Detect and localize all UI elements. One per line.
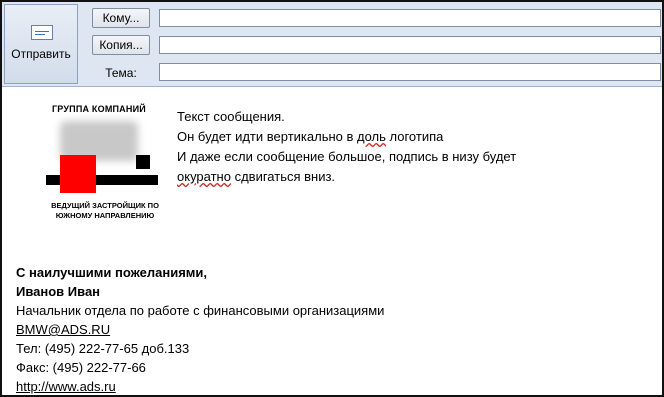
logo-red-square	[60, 155, 96, 193]
message-body[interactable]: ГРУППА КОМПАНИЙ ВЕДУЩИЙ ЗАСТРОЙЩИК ПО ЮЖ…	[2, 87, 662, 395]
send-button-label: Отправить	[11, 47, 71, 61]
misspelled-word: окуратно	[177, 169, 231, 184]
signature-email[interactable]: BMW@ADS.RU	[16, 320, 384, 339]
signature-phone: Тел: (495) 222-77-65 доб.133	[16, 341, 190, 356]
to-field[interactable]	[159, 9, 661, 27]
misspelled-word: доль	[357, 129, 386, 144]
company-logo: ГРУППА КОМПАНИЙ ВЕДУЩИЙ ЗАСТРОЙЩИК ПО ЮЖ…	[42, 101, 168, 227]
subject-label: Тема:	[105, 66, 137, 80]
signature-greeting: С наилучшими пожеланиями,	[16, 265, 208, 280]
signature-name: Иванов Иван	[16, 284, 101, 299]
compose-header: Отправить Кому... Копия... Тема:	[2, 2, 662, 87]
signature-website[interactable]: http://www.ads.ru	[16, 377, 384, 395]
signature: С наилучшими пожеланиями, Иванов Иван На…	[16, 263, 385, 395]
signature-title: Начальник отдела по работе с финансовыми…	[16, 303, 385, 318]
logo-text-bottom: ВЕДУЩИЙ ЗАСТРОЙЩИК ПО ЮЖНОМУ НАПРАВЛЕНИЮ	[51, 201, 159, 220]
cc-field[interactable]	[159, 36, 661, 54]
signature-fax: Факс: (495) 222-77-66	[16, 360, 146, 375]
message-text: Текст сообщения. Он будет идти вертикаль…	[177, 107, 516, 187]
message-line-4-part-b: сдвигаться вниз.	[230, 169, 336, 184]
message-line-1: Текст сообщения.	[177, 109, 285, 124]
email-compose-window: Отправить Кому... Копия... Тема: ГРУППА …	[0, 0, 664, 397]
message-line-2-part-a: Он будет идти вертикально в	[177, 129, 358, 144]
message-line-2-part-c: логотипа	[385, 129, 444, 144]
message-line-3: И даже если сообщение большое, подпись в…	[177, 149, 517, 164]
logo-black-square	[136, 155, 150, 169]
message-line-4: окуратно сдвигаться вниз.	[177, 167, 516, 187]
subject-field[interactable]	[159, 63, 661, 81]
envelope-icon	[31, 25, 53, 40]
cc-button[interactable]: Копия...	[92, 35, 150, 55]
message-line-2: Он будет идти вертикально в доль логотип…	[177, 127, 516, 147]
logo-text-top: ГРУППА КОМПАНИЙ	[52, 104, 146, 114]
send-button[interactable]: Отправить	[4, 4, 78, 84]
to-button[interactable]: Кому...	[92, 8, 150, 28]
